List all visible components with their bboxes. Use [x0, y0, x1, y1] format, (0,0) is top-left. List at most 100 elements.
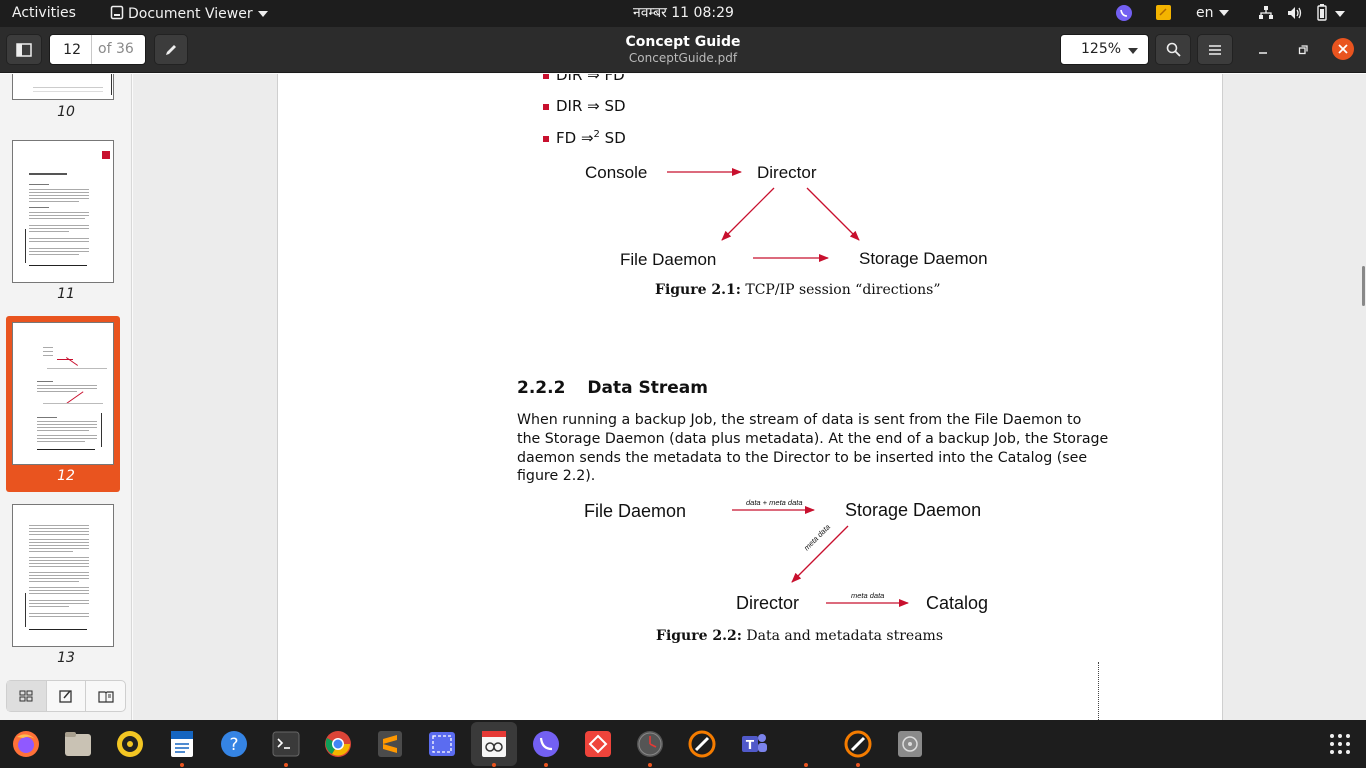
update2-icon[interactable]	[842, 728, 874, 760]
thumbnail-label: 11	[57, 286, 75, 302]
minimize-button[interactable]	[1252, 39, 1274, 61]
figure-2-1-caption: Figure 2.1: TCP/IP session “directions”	[655, 282, 940, 298]
chevron-down-icon	[257, 11, 268, 17]
app-name: Document Viewer	[128, 6, 253, 22]
disk-icon[interactable]	[894, 728, 926, 760]
sidebar-toggle-button[interactable]	[6, 34, 42, 65]
running-indicator	[804, 763, 808, 767]
paragraph-line: daemon sends the metadata to the Directo…	[517, 450, 1088, 466]
annotate-button[interactable]	[154, 34, 188, 65]
paragraph-line: When running a backup Job, the stream of…	[517, 412, 1082, 428]
network-icon[interactable]	[1258, 5, 1274, 26]
caption-label: Figure 2.2:	[656, 628, 742, 644]
pdf-page: DIR ⇒ FD DIR ⇒ SD FD ⇒2 SD Console Direc…	[277, 74, 1223, 720]
activities-button[interactable]: Activities	[12, 5, 76, 22]
clock-icon[interactable]	[634, 728, 666, 760]
files-icon[interactable]	[62, 728, 94, 760]
help-icon[interactable]: ?	[218, 728, 250, 760]
section-title: Data Stream	[587, 378, 708, 398]
volume-icon[interactable]	[1287, 5, 1303, 26]
search-icon	[1166, 42, 1181, 57]
top-bar: Activities Document Viewer नवम्बर 11 08:…	[0, 0, 1366, 27]
fig2-node-director: Director	[736, 593, 800, 613]
fig2-edge-label: meta data	[851, 591, 885, 600]
search-button[interactable]	[1155, 34, 1191, 65]
thumbnail-page-13[interactable]	[12, 504, 114, 647]
running-indicator	[180, 763, 184, 767]
zoom-selector[interactable]: 125%	[1060, 34, 1149, 65]
viber-icon[interactable]	[530, 728, 562, 760]
thumbnail-label: 13	[57, 650, 75, 666]
caption-label: Figure 2.1:	[655, 282, 741, 298]
fig2-node-storage-daemon: Storage Daemon	[845, 500, 982, 520]
document-filename: ConceptGuide.pdf	[628, 51, 738, 65]
svg-text:?: ?	[229, 735, 238, 755]
sidebar-view-switcher	[6, 680, 126, 712]
document-viewer-small-icon	[110, 5, 124, 20]
language-label: en	[1196, 5, 1214, 21]
close-button[interactable]	[1332, 38, 1354, 60]
section-number: 2.2.2	[517, 378, 566, 398]
app-menu[interactable]: Document Viewer	[110, 5, 268, 23]
battery-icon[interactable]	[1317, 4, 1327, 26]
section-heading: 2.2.2 Data Stream	[517, 378, 708, 398]
maximize-button[interactable]	[1292, 39, 1314, 61]
paragraph-line: figure 2.2).	[517, 468, 596, 484]
main-menu-button[interactable]	[1197, 34, 1233, 65]
fig1-arrows	[667, 168, 909, 607]
thumbnail-sidebar: 10 11 12 13	[0, 74, 132, 720]
language-indicator[interactable]: en	[1196, 5, 1229, 22]
annotation-icon	[59, 690, 72, 703]
scrollbar[interactable]	[1362, 266, 1365, 306]
page-count: of 36	[98, 41, 134, 57]
pencil-icon	[166, 44, 176, 55]
caption-text: TCP/IP session “directions”	[745, 282, 941, 298]
terminal-icon[interactable]	[270, 728, 302, 760]
thumbnail-page-12[interactable]	[12, 322, 114, 465]
notes-tray-icon[interactable]	[1156, 5, 1171, 25]
firefox-icon[interactable]	[10, 728, 42, 760]
annotations-tab[interactable]	[47, 681, 87, 711]
caption-text: Data and metadata streams	[746, 628, 944, 644]
header-bar: of 36 Concept Guide ConceptGuide.pdf 125…	[0, 27, 1366, 73]
paragraph-line: the Storage Daemon (data plus metadata).…	[517, 431, 1109, 447]
document-viewer-icon[interactable]	[478, 728, 510, 760]
screenshot-icon[interactable]	[426, 728, 458, 760]
document-title: Concept Guide	[625, 34, 741, 50]
thumbnail-label: 10	[57, 104, 75, 120]
document-view[interactable]: DIR ⇒ FD DIR ⇒ SD FD ⇒2 SD Console Direc…	[133, 74, 1366, 720]
app-grid-icon[interactable]	[1324, 728, 1356, 760]
close-icon	[1338, 44, 1348, 54]
viber-tray-icon[interactable]	[1115, 4, 1133, 27]
restore-icon	[1298, 45, 1308, 55]
thumbnail-page-10[interactable]	[12, 74, 114, 100]
clock[interactable]: नवम्बर 11 08:29	[633, 5, 734, 22]
zoom-value: 125%	[1081, 41, 1122, 57]
grid-icon	[19, 690, 33, 702]
chrome-icon[interactable]	[322, 728, 354, 760]
teams-icon[interactable]: T	[738, 728, 770, 760]
blank-icon[interactable]	[790, 728, 822, 760]
fig2-node-catalog: Catalog	[926, 593, 989, 613]
hamburger-icon	[1209, 44, 1221, 55]
margin-dotted-line	[1098, 662, 1099, 720]
thumbnail-page-11[interactable]	[12, 140, 114, 283]
book-icon	[98, 690, 114, 703]
running-indicator	[544, 763, 548, 767]
running-indicator	[648, 763, 652, 767]
fig2-edge-label: data + meta data	[746, 498, 803, 507]
anydesk-icon[interactable]	[582, 728, 614, 760]
thumbnail-label-selected: 12	[57, 468, 75, 484]
chevron-down-icon	[1218, 10, 1229, 16]
rhythmbox-icon[interactable]	[114, 728, 146, 760]
page-number-input[interactable]	[50, 35, 92, 64]
sublime-icon[interactable]	[374, 728, 406, 760]
thumbnails-tab[interactable]	[7, 681, 47, 711]
writer-icon[interactable]	[166, 728, 198, 760]
bookmarks-tab[interactable]	[86, 681, 125, 711]
chevron-down-icon	[1128, 48, 1138, 54]
system-menu-chevron-icon[interactable]	[1335, 11, 1345, 17]
running-indicator	[284, 763, 288, 767]
page-selector: of 36	[49, 34, 146, 65]
update-icon[interactable]	[686, 728, 718, 760]
